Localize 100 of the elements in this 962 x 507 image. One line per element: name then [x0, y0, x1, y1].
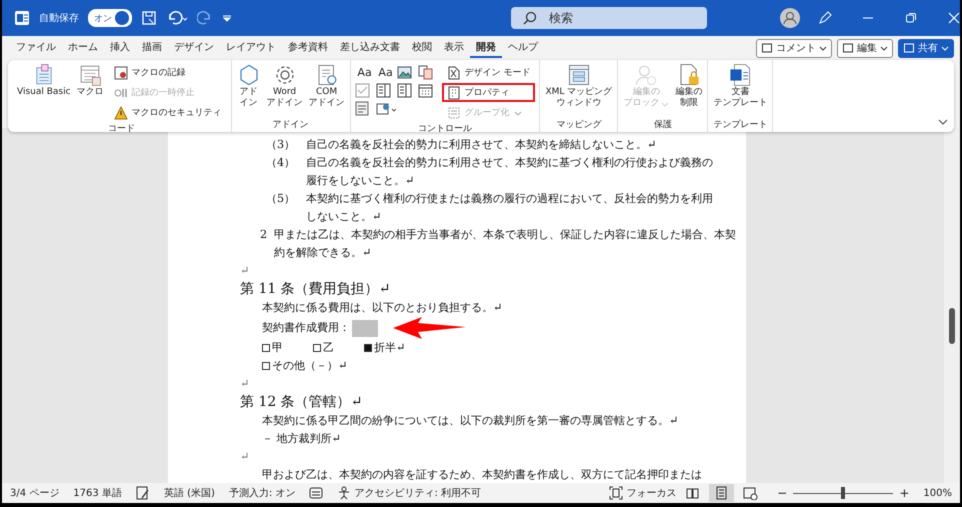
- checkbox[interactable]: [262, 362, 270, 370]
- autosave-toggle[interactable]: オン: [88, 9, 132, 27]
- list-number: （4）: [266, 155, 296, 171]
- status-text: 予測入力: オン: [228, 486, 296, 500]
- ribbon-tab[interactable]: 開発: [470, 38, 502, 58]
- accessibility-icon: [337, 486, 352, 500]
- ribbon-button[interactable]: Visual Basic: [16, 62, 72, 99]
- search-icon: [523, 11, 537, 25]
- ribbon-button[interactable]: Word アドイン: [266, 62, 304, 110]
- ribbon-button-icon: [78, 63, 102, 87]
- ribbon-button[interactable]: 編集の 制限: [674, 62, 704, 110]
- clause-heading: 第 11 条（費用負担）↵: [240, 281, 390, 297]
- list-number: （3）: [266, 137, 296, 153]
- paragraph-text: 本契約に係る甲乙間の紛争については、以下の裁判所を第一審の専属管轄とする。↵: [262, 414, 678, 427]
- control-icon[interactable]: [376, 101, 396, 116]
- group-label: コード: [106, 123, 136, 135]
- search-field[interactable]: 検索: [511, 7, 707, 29]
- ribbon-button[interactable]: COM アドイン: [308, 62, 346, 110]
- status-icon[interactable]: [136, 486, 150, 500]
- document-icon: [14, 10, 30, 26]
- button-icon: [903, 42, 915, 54]
- toolbar-button[interactable]: 編集: [837, 38, 893, 58]
- font-control-button[interactable]: Aa: [376, 65, 396, 80]
- pen-icon[interactable]: [817, 10, 833, 26]
- ribbon-button-icon: [114, 106, 128, 120]
- checkbox[interactable]: [262, 344, 270, 352]
- ribbon-tab[interactable]: ホーム: [62, 38, 104, 58]
- paragraph-text: 本契約に係る費用は、以下のとおり負担する。↵: [262, 301, 502, 314]
- ribbon-button[interactable]: プロパティ: [442, 83, 536, 102]
- status-text: 英語 (米国): [164, 486, 215, 500]
- status-text: 3/4 ページ: [10, 487, 60, 500]
- ribbon-tab[interactable]: ファイル: [10, 38, 62, 58]
- ribbon-button-icon: [446, 106, 461, 120]
- checkbox[interactable]: [313, 344, 321, 352]
- customize-caret-icon[interactable]: [222, 13, 232, 23]
- ribbon-button[interactable]: マクロの記録: [108, 63, 227, 82]
- ribbon-tab[interactable]: 描画: [136, 38, 168, 58]
- status-text: 1763 単語: [73, 486, 122, 500]
- zoom-slider[interactable]: [793, 487, 894, 499]
- button-icon: [761, 42, 773, 54]
- scroll-thumb[interactable]: [949, 308, 955, 344]
- ribbon-tab[interactable]: 挿入: [104, 38, 136, 58]
- caret-icon: [941, 44, 949, 52]
- paragraph-text: 本契約に基づく権利の行使または義務の履行の過程において、反社会的勢力を利用しないこと。↵: [306, 191, 714, 225]
- ribbon-button-icon: [728, 63, 752, 87]
- ribbon-tab[interactable]: ヘルプ: [502, 38, 544, 58]
- field-label: 契約書作成費用：: [262, 320, 350, 336]
- avatar-icon[interactable]: [780, 8, 800, 28]
- caret-icon: [880, 44, 888, 52]
- share-button[interactable]: 共有: [898, 38, 954, 58]
- zoom-in-button[interactable]: +: [899, 486, 910, 500]
- ribbon-button[interactable]: XML マッピング ウィンドウ: [544, 62, 614, 110]
- option-label: 乙: [323, 340, 334, 356]
- zoom-out-button[interactable]: −: [777, 486, 788, 500]
- group-label: 保護: [652, 118, 673, 132]
- ribbon-tab[interactable]: デザイン: [168, 38, 220, 58]
- ribbon-button[interactable]: マクロ: [76, 62, 105, 99]
- ribbon-button-icon: [566, 63, 591, 87]
- status-icon[interactable]: [309, 486, 324, 500]
- save-icon[interactable]: [141, 10, 157, 26]
- collapse-caret-icon[interactable]: [938, 118, 948, 126]
- group-label: コントロール: [417, 123, 473, 135]
- ribbon-button[interactable]: マクロのセキュリティ: [108, 103, 227, 122]
- checkbox[interactable]: [364, 344, 372, 352]
- toolbar-button[interactable]: コメント: [756, 38, 832, 58]
- font-control-button[interactable]: Aa: [354, 65, 375, 80]
- zoom-slider-thumb[interactable]: [841, 487, 846, 499]
- ribbon-tab[interactable]: 参考資料: [282, 38, 334, 58]
- paragraph-text: 自己の名義を反社会的勢力に利用させて、本契約に基づく権利の行使および義務の履行をしないこと。↵: [306, 155, 714, 189]
- option-label: 甲: [272, 340, 283, 356]
- ribbon-tab[interactable]: レイアウト: [220, 38, 282, 58]
- group-label: マッピング: [555, 118, 602, 132]
- search-input[interactable]: 検索: [547, 10, 701, 26]
- content-control-field[interactable]: [352, 320, 378, 336]
- paragraph-text: － 地方裁判所↵: [262, 432, 341, 445]
- close-icon[interactable]: [948, 12, 960, 24]
- list-number: （5）: [266, 191, 296, 207]
- restore-icon[interactable]: [905, 12, 917, 24]
- option-label: 折半↵: [374, 340, 406, 356]
- view-mode-icon[interactable]: [709, 484, 734, 502]
- zoom-level: 100%: [923, 488, 952, 498]
- redo-icon[interactable]: [197, 10, 213, 26]
- ribbon-button-icon: [114, 66, 128, 80]
- accessibility-button[interactable]: アクセシビリティ: 利用不可: [337, 486, 482, 500]
- ribbon-tab[interactable]: 差し込み文書: [334, 38, 406, 58]
- paragraph-mark: ↵: [240, 450, 250, 463]
- ribbon-button[interactable]: 文書 テンプレート: [712, 62, 768, 110]
- ribbon-button-icon: [446, 86, 461, 100]
- ribbon-tab[interactable]: 表示: [438, 38, 470, 58]
- ribbon-button[interactable]: デザイン モード: [442, 63, 536, 82]
- undo-icon[interactable]: [166, 10, 188, 26]
- focus-button[interactable]: フォーカス: [609, 486, 676, 500]
- paragraph-text: 甲および乙は、本契約の内容を証するため、本契約書を作成し、双方にて記名押印または: [262, 468, 702, 481]
- ribbon-button-icon: [446, 66, 461, 80]
- list-number: 2: [260, 227, 268, 243]
- ribbon-button[interactable]: アド イン: [236, 62, 262, 110]
- ribbon-tab[interactable]: 校閲: [406, 38, 438, 58]
- group-label: アドイン: [272, 119, 310, 132]
- caret-icon: [819, 44, 827, 52]
- autosave-label: 自動保存: [39, 12, 79, 25]
